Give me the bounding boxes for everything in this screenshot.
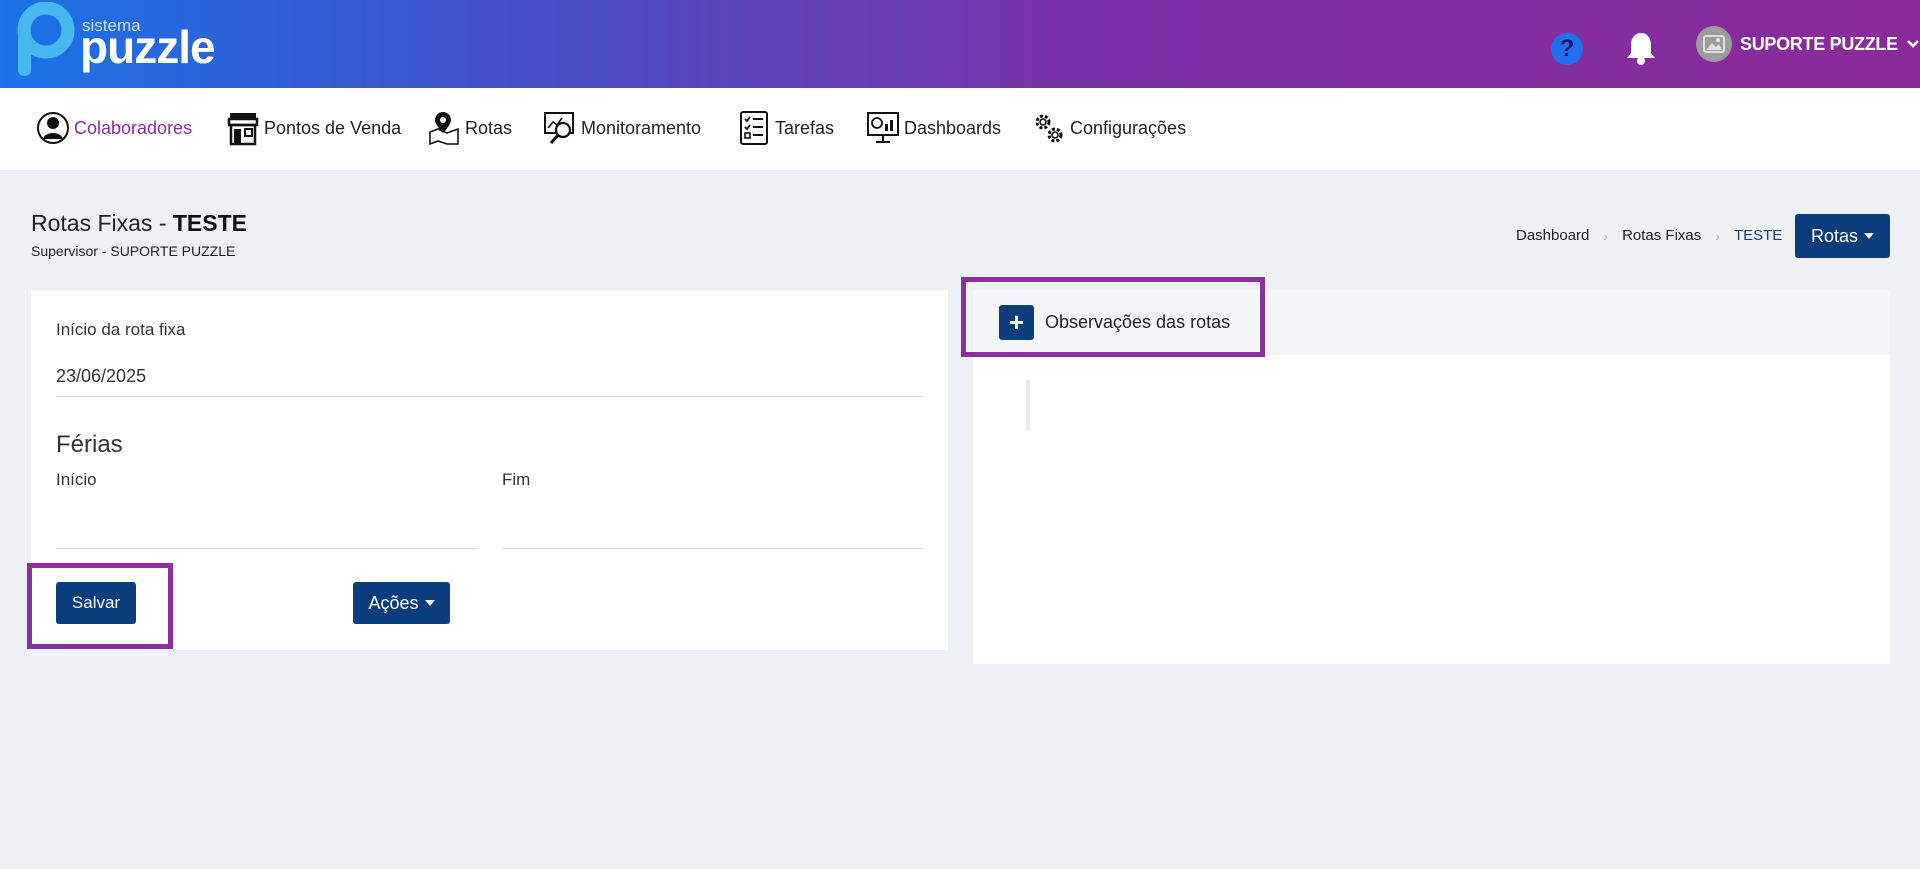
nav-item-dashboards[interactable]: Dashboards [866, 108, 1001, 148]
store-icon [227, 113, 259, 146]
dashboard-monitor-icon [867, 112, 899, 143]
top-header: sistema puzzle ? SUPORTE PUZZLE [0, 0, 1920, 88]
nav-item-pontos-de-venda[interactable]: Pontos de Venda [226, 108, 401, 148]
nav-item-configuracoes[interactable]: Configurações [1032, 108, 1186, 148]
observacoes-quote-bar [1026, 380, 1030, 430]
breadcrumb-rotas-fixas[interactable]: Rotas Fixas [1622, 227, 1701, 244]
nav-label: Tarefas [775, 117, 835, 138]
observacoes-highlight-box [961, 277, 1265, 357]
rotas-dropdown-button[interactable]: Rotas [1795, 214, 1890, 258]
ferias-title: Férias [56, 431, 123, 458]
map-pin-icon [429, 112, 459, 146]
nav-label: Pontos de Venda [264, 117, 402, 138]
page-title-name: TESTE [172, 210, 247, 236]
inicio-rota-underline [56, 396, 923, 397]
checklist-icon [740, 111, 768, 145]
puzzle-logo-mark-icon [17, 2, 75, 76]
breadcrumb-chevron-icon: › [1603, 227, 1609, 244]
caret-down-icon [424, 600, 435, 606]
acoes-button-label: Ações [368, 592, 419, 613]
inicio-rota-label: Início da rota fixa [56, 320, 186, 339]
nav-label: Dashboards [904, 117, 1002, 138]
nav-item-colaboradores[interactable]: Colaboradores [36, 108, 192, 148]
nav-label: Monitoramento [581, 117, 702, 138]
ferias-inicio-field[interactable] [56, 508, 476, 534]
page-title-prefix: Rotas Fixas - [31, 210, 173, 236]
inicio-rota-field[interactable]: 23/06/2025 [56, 366, 146, 387]
ferias-fim-label: Fim [502, 470, 531, 489]
puzzle-logo[interactable]: sistema puzzle [14, 2, 234, 82]
ferias-fim-underline [502, 548, 923, 549]
ferias-inicio-underline [56, 548, 477, 549]
page-title: Rotas Fixas - TESTE [31, 210, 247, 237]
user-circle-icon [37, 112, 69, 144]
help-icon[interactable]: ? [1551, 33, 1583, 65]
breadcrumb: Dashboard › Rotas Fixas › TESTE [1516, 227, 1782, 244]
breadcrumb-chevron-icon: › [1715, 227, 1720, 244]
avatar [1696, 26, 1732, 62]
gears-icon [1035, 114, 1063, 143]
nav-label: Colaboradores [74, 117, 193, 138]
image-placeholder-icon [1703, 35, 1725, 53]
nav-item-monitoramento[interactable]: Monitoramento [543, 108, 701, 148]
ferias-inicio-label: Início [56, 470, 97, 489]
caret-down-icon [1864, 233, 1875, 239]
nav-item-tarefas[interactable]: Tarefas [737, 108, 834, 148]
main-nav: Colaboradores Pontos de Venda Rotas Moni… [0, 88, 1920, 170]
ferias-fim-field[interactable] [502, 508, 922, 534]
bell-icon[interactable] [1624, 30, 1658, 66]
breadcrumb-dashboard[interactable]: Dashboard [1516, 227, 1589, 244]
nav-label: Rotas [465, 117, 513, 138]
breadcrumb-current: TESTE [1733, 227, 1783, 244]
nav-label: Configurações [1070, 117, 1187, 138]
acoes-dropdown-button[interactable]: Ações [353, 582, 450, 624]
chevron-down-icon [1906, 40, 1919, 48]
user-menu[interactable]: SUPORTE PUZZLE [1696, 26, 1920, 62]
monitor-search-icon [544, 112, 574, 144]
salvar-highlight-box [27, 563, 173, 649]
user-name: SUPORTE PUZZLE [1740, 33, 1898, 54]
nav-item-rotas[interactable]: Rotas [427, 108, 512, 148]
page-subtitle: Supervisor - SUPORTE PUZZLE [31, 243, 236, 259]
rotas-button-label: Rotas [1810, 225, 1859, 246]
logo-big-text: puzzle [80, 21, 216, 73]
